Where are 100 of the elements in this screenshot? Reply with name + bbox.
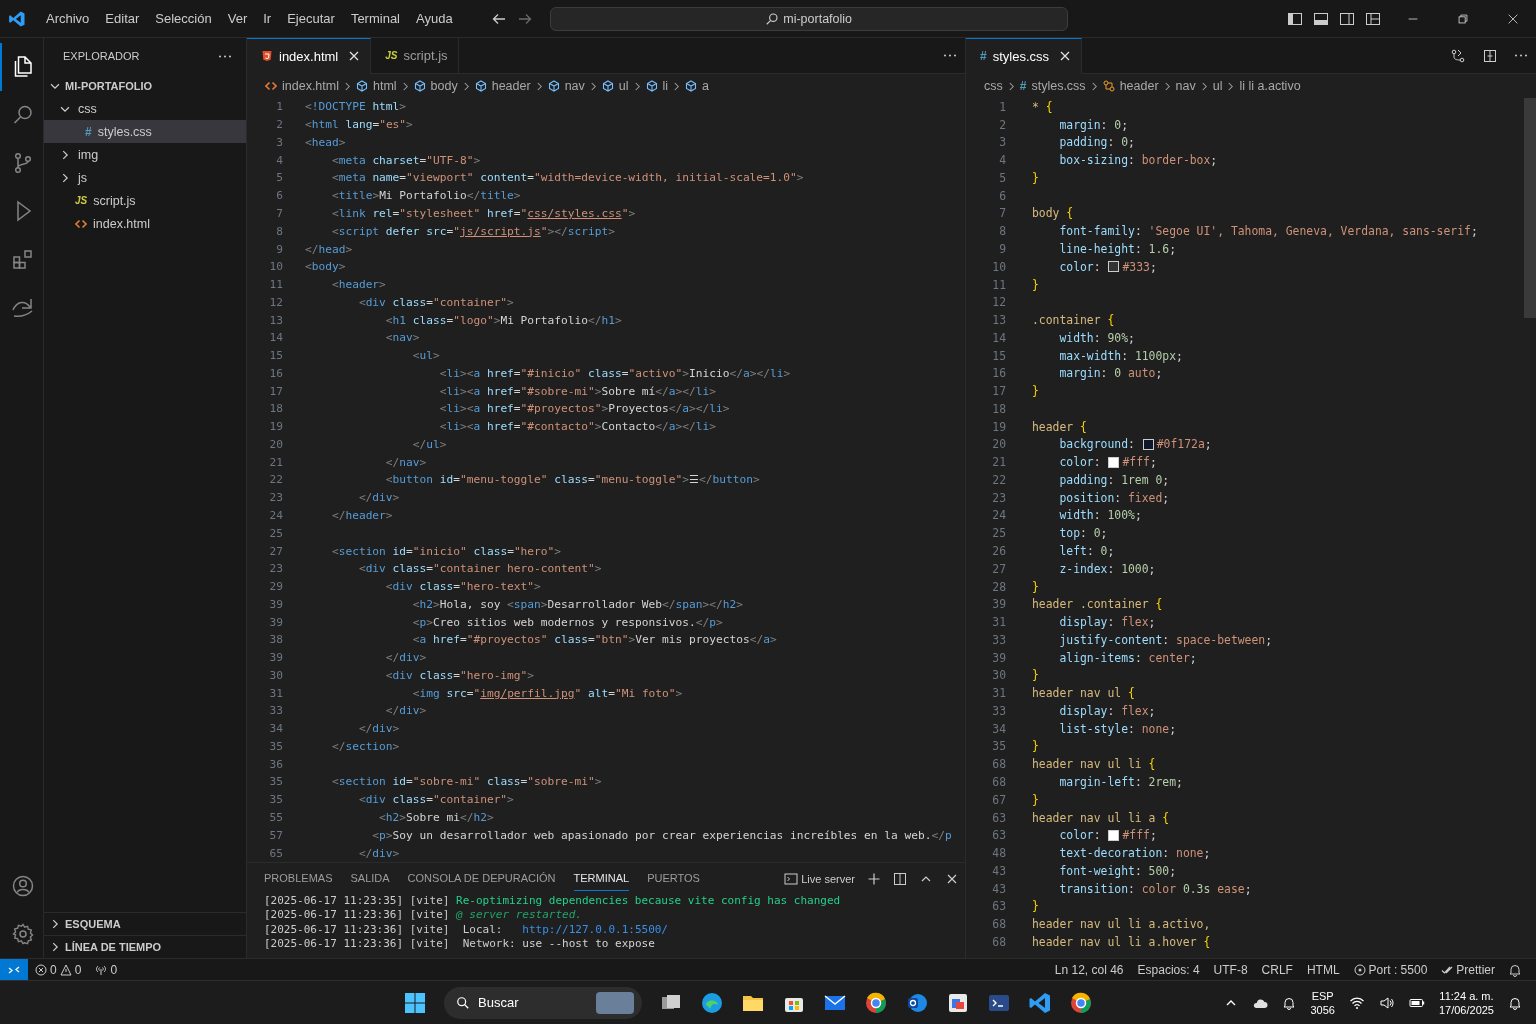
editor-tab[interactable]: index.html [247,37,372,74]
tree-item[interactable]: img [44,143,246,166]
live-server-button[interactable]: Live server [784,871,855,886]
bell-icon[interactable] [1508,962,1522,977]
panel-tab[interactable]: TERMINAL [573,866,630,891]
status-item[interactable]: HTML [1299,962,1347,977]
status-item[interactable]: Espacios: 4 [1130,962,1207,977]
code-text: * { [1032,99,1053,114]
more-icon[interactable] [943,53,957,58]
folder-header[interactable]: MI-PORTAFOLIO [44,74,246,97]
swirl-logo-icon[interactable] [700,990,724,1015]
remote-button[interactable] [0,959,28,980]
bell-icon[interactable] [1282,995,1297,1010]
speaker-icon[interactable] [1378,994,1395,1011]
code-text: <h1 class="logo">Mi Portafolio</h1> [384,313,622,327]
breadcrumb-item[interactable]: ul [618,79,629,93]
breadcrumb-item[interactable]: nav [1175,79,1196,93]
color-swatch-icon[interactable] [1142,438,1154,450]
tree-item[interactable]: JS script.js [44,189,246,212]
terminal-line: [2025-06-17 11:23:35] [vite] Re-optimizing dependencies because vite config has changed [264,894,842,909]
branch-compare-icon[interactable] [1450,47,1466,64]
editor-tab[interactable]: # styles.css [966,37,1083,74]
tree-item[interactable]: css [44,97,246,120]
line-number: 6 [998,188,1006,203]
circle-logo-icon[interactable] [864,990,888,1015]
code-text: background: [1058,437,1136,452]
panel-tab[interactable]: PUERTOS [647,866,700,891]
status-item[interactable]: Prettier [1434,962,1502,977]
ports-button[interactable]: 0 [88,962,125,977]
editor-tab[interactable]: JS script.js [371,37,459,74]
panel-tab[interactable]: SALIDA [350,866,390,891]
menu-item[interactable]: Editar [97,11,148,26]
code-editor-logo-icon[interactable] [1028,990,1052,1015]
breadcrumb-item[interactable]: nav [564,79,585,93]
line-number: 18 [991,401,1006,416]
line-number: 2 [275,118,283,132]
code-text: } [1032,739,1039,754]
close-icon[interactable] [1059,50,1072,62]
breadcrumb-item[interactable]: header [491,79,531,93]
menu-item[interactable]: Ejecutar [279,11,343,26]
line-number: 21 [991,455,1006,470]
line-number: 1 [998,99,1006,114]
breadcrumb-item[interactable]: ul [1212,79,1223,93]
breadcrumb-item[interactable]: header [1119,79,1159,93]
windows-logo-icon[interactable] [403,990,427,1015]
bell-icon[interactable] [1508,995,1522,1010]
tree-item[interactable]: index.html [44,212,246,235]
line-number: 11 [268,278,283,292]
search-icon [765,11,780,26]
more-icon[interactable] [1514,53,1528,58]
line-number: 63 [991,828,1006,843]
split-layout-icon[interactable] [1339,10,1355,27]
breadcrumb-item[interactable]: li [662,79,669,93]
menu-item[interactable]: Terminal [342,11,408,26]
plus-icon[interactable] [867,871,881,886]
status-item[interactable]: UTF-8 [1206,962,1255,977]
scrollbar-thumb[interactable] [1524,98,1536,318]
panel-tab[interactable]: CONSOLA DE DEPURACIÓN [407,866,556,891]
color-swatch-icon[interactable] [1108,261,1120,273]
breadcrumb-item[interactable]: li li a.activo [1239,79,1301,93]
status-item[interactable]: CRLF [1254,962,1300,977]
breadcrumb-item[interactable]: body [430,79,458,93]
tree-item[interactable]: js [44,166,246,189]
breadcrumb-item[interactable]: a [702,79,710,93]
line-number: 5 [998,170,1006,185]
menu-item[interactable]: Ayuda [408,11,461,26]
menu-item[interactable]: Archivo [38,11,98,26]
custom-layout-icon[interactable] [1365,10,1381,27]
panel-tab[interactable]: PROBLEMAS [264,866,333,891]
breadcrumb-item[interactable]: html [373,79,397,93]
split-panel-icon[interactable] [893,871,907,886]
taskbar-search-field[interactable]: Buscar [444,986,642,1019]
clock[interactable]: 11:24 a. m. 17/06/2025 [1438,988,1494,1017]
close-icon[interactable] [348,50,361,62]
line-number: 63 [991,810,1006,825]
circle-logo-icon[interactable] [1069,990,1093,1015]
split-editor-icon[interactable] [1482,47,1498,64]
menu-item[interactable]: Ir [255,11,280,26]
problems-button[interactable]: 0 0 [28,962,89,977]
more-icon[interactable] [218,53,232,59]
panel-layout-icon[interactable] [1313,10,1329,27]
restore-icon[interactable] [1456,11,1470,26]
language-indicator[interactable]: ESP 3056 [1310,988,1335,1017]
code-text: </header> [330,509,393,522]
section-header[interactable]: ESQUEMA [44,912,246,935]
color-swatch-icon[interactable] [1108,456,1120,468]
line-number: 39 [991,597,1006,612]
breadcrumb-item[interactable]: index.html [282,79,339,93]
chevron-icon [1200,80,1208,92]
tree-item[interactable]: # styles.css [44,120,246,143]
code-text: <li><a href="#proyectos">Proyectos</a></li> [438,402,730,416]
color-swatch-icon[interactable] [1108,829,1120,841]
breadcrumb-item[interactable]: css [984,79,1003,93]
search-box[interactable]: mi-portafolio [549,6,1068,31]
sidebar-layout-icon[interactable] [1287,10,1303,27]
status-item[interactable]: Port : 5500 [1346,962,1435,977]
menu-item[interactable]: Ver [219,11,256,26]
breadcrumb-item[interactable]: styles.css [1031,79,1086,93]
status-item[interactable]: Ln 12, col 46 [1047,962,1131,977]
menu-item[interactable]: Selección [147,11,220,26]
